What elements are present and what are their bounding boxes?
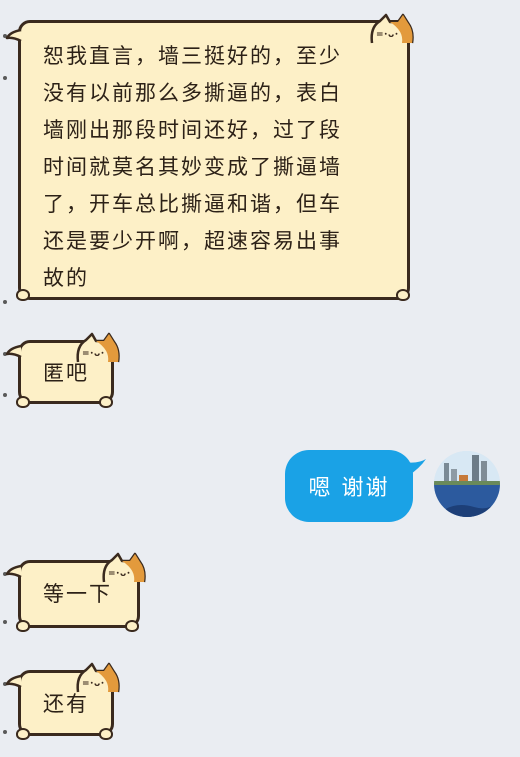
- bubble-tail: [5, 28, 22, 43]
- svg-text:=･ᴗ･: =･ᴗ･: [108, 569, 131, 579]
- bubble-tail: [5, 564, 22, 579]
- paw-icon: [16, 396, 30, 408]
- paw-icon: [16, 620, 30, 632]
- message-text: 嗯 谢谢: [308, 476, 390, 501]
- svg-text:=･ᴗ･: =･ᴗ･: [376, 30, 399, 40]
- bubble-tail: [404, 459, 426, 476]
- cat-head-icon: =･ᴗ･: [102, 552, 146, 583]
- paw-icon: [125, 620, 139, 632]
- message-text: 恕我直言，墙三挺好的，至少 没有以前那么多撕逼的，表白 墙刚出那段时间还好，过了…: [43, 44, 342, 290]
- paw-icon: [99, 396, 113, 408]
- paw-icon: [396, 289, 410, 301]
- edge-dot: [3, 620, 7, 624]
- cat-head-icon: =･ᴗ･: [76, 332, 120, 363]
- avatar[interactable]: [434, 451, 500, 517]
- edge-dot: [3, 76, 7, 80]
- edge-dot: [3, 393, 7, 397]
- message-bubble-received[interactable]: 恕我直言，墙三挺好的，至少 没有以前那么多撕逼的，表白 墙刚出那段时间还好，过了…: [18, 20, 410, 300]
- cat-head-icon: =･ᴗ･: [370, 13, 414, 44]
- paw-icon: [99, 728, 113, 740]
- cat-head-icon: =･ᴗ･: [76, 662, 120, 693]
- paw-icon: [16, 728, 30, 740]
- bubble-tail: [5, 344, 22, 359]
- edge-dot: [3, 300, 7, 304]
- paw-icon: [16, 289, 30, 301]
- bubble-tail: [5, 674, 22, 689]
- message-bubble-sent[interactable]: 嗯 谢谢: [285, 450, 413, 522]
- svg-text:=･ᴗ･: =･ᴗ･: [82, 349, 105, 359]
- city-photo-icon: [434, 451, 500, 517]
- edge-dot: [3, 730, 7, 734]
- svg-text:=･ᴗ･: =･ᴗ･: [82, 679, 105, 689]
